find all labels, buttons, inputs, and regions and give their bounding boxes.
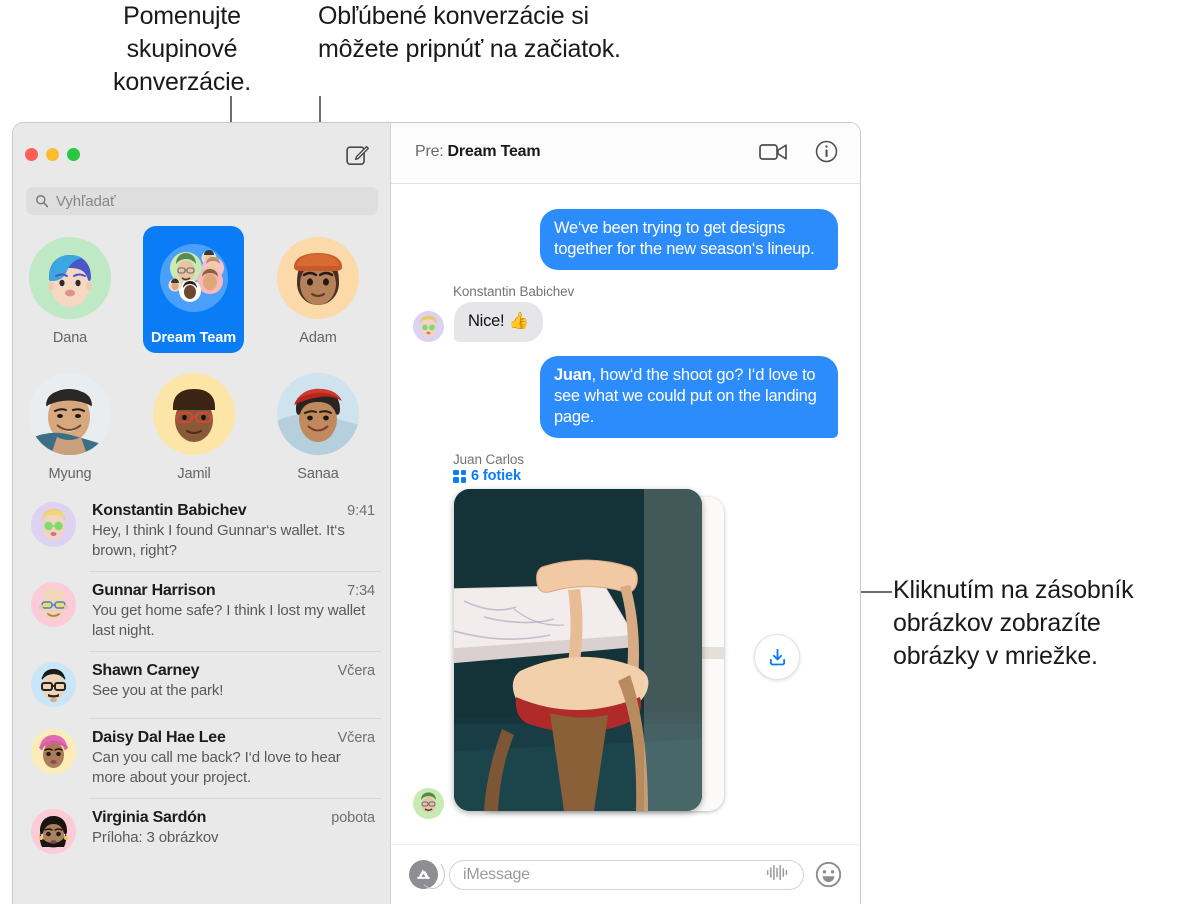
avatar [413,788,444,819]
audio-waveform-icon[interactable] [765,863,790,887]
pinned-label: Jamil [177,466,211,482]
mention-juan: Juan [554,366,592,384]
avatar-photo-myung [29,373,111,455]
search-icon [36,195,49,208]
download-icon[interactable] [754,634,800,680]
avatar-group-dream-team [153,237,235,319]
message-input[interactable]: iMessage [449,859,804,890]
conversation-name: Konstantin Babichev [92,502,247,519]
pinned-conversations: Dana Dream Team Adam Myung Jamil Sanaa [13,226,391,491]
recipient-label: Pre: [415,143,444,160]
recipient-value: Dream Team [447,143,541,160]
photo-count[interactable]: 6 fotiek [453,468,860,484]
message-bubble[interactable]: Nice! 👍 [454,302,543,342]
avatar-memoji-dana [29,237,111,319]
pinned-item-myung[interactable]: Myung [21,373,119,482]
conversation-preview: See you at the park! [92,682,224,699]
message-sender-name: Juan Carlos [453,452,524,467]
avatar [31,809,76,854]
pinned-label: Dana [52,330,88,346]
pinned-item-adam[interactable]: Adam [269,237,367,346]
conversation-header: Pre: Dream Team [391,123,860,184]
message-sender-name: Konstantin Babichev [453,284,575,299]
pinned-label: Adam [299,330,337,346]
list-item[interactable]: Daisy Dal Hae Lee Včera Can you call me … [13,718,391,798]
conversation-time: pobota [331,810,375,826]
traffic-lights [25,148,80,161]
conversation-preview: You get home safe? I think I lost my wal… [92,602,366,639]
window-title-bar [13,123,390,183]
pinned-item-sanaa[interactable]: Sanaa [269,373,367,482]
pinned-item-jamil[interactable]: Jamil [145,373,243,482]
callout-pin-favourites: Obľúbené konverzácie si môžete pripnúť n… [318,2,621,63]
video-camera-icon[interactable] [759,141,789,168]
avatar-memoji-adam [277,237,359,319]
conversation-time: Včera [337,663,375,679]
recipient-field[interactable]: Pre: Dream Team [415,143,541,161]
message-input-placeholder: iMessage [463,865,530,883]
message-thread: We‘ve been trying to get designs togethe… [391,183,860,844]
message-incoming: Konstantin Babichev Nice! 👍 [391,284,860,342]
photo-stack-front [454,489,702,811]
minimize-button[interactable] [46,148,59,161]
message-bubble[interactable]: Juan, how‘d the shoot go? I‘d love to se… [540,356,838,438]
sidebar: Vyhľadať Dana Dream Team Adam Myung Jami… [13,123,391,904]
avatar-photo-sanaa [277,373,359,455]
avatar [31,729,76,774]
avatar [413,311,444,342]
avatar-memoji-jamil [153,373,235,455]
conversation-name: Virginia Sardón [92,809,207,826]
conversation-preview: Príloha: 3 obrázkov [92,829,219,846]
message-photo-stack: Juan Carlos 6 fotiek [391,452,860,819]
conversation-preview: Hey, I think I found Gunnar‘s wallet. It… [92,522,345,559]
callout-photo-stack: Kliknutím na zásobník obrázkov zobrazíte… [893,576,1134,670]
list-item[interactable]: Shawn Carney Včera See you at the park! [13,651,391,718]
list-item[interactable]: Virginia Sardón pobota Príloha: 3 obrázk… [13,798,391,865]
emoji-smiley-icon[interactable] [815,861,842,888]
pinned-item-dream-team[interactable]: Dream Team [143,226,244,353]
photo-stack[interactable] [454,489,800,819]
search-field[interactable]: Vyhľadať [26,187,378,215]
close-button[interactable] [25,148,38,161]
callout-name-group-conversations: Pomenujte skupinové konverzácie. [113,2,251,96]
pinned-item-dana[interactable]: Dana [21,237,119,346]
conversation-time: 7:34 [347,583,375,599]
avatar [31,662,76,707]
photo-count-label: 6 fotiek [471,468,521,484]
info-circle-icon[interactable] [815,140,838,168]
pinned-label: Dream Team [151,330,236,346]
avatar [31,582,76,627]
avatar [31,502,76,547]
message-bubble[interactable]: We‘ve been trying to get designs togethe… [540,209,838,270]
messages-window: Vyhľadať Dana Dream Team Adam Myung Jami… [12,122,861,904]
conversation-list: Konstantin Babichev 9:41 Hey, I think I … [13,491,391,904]
conversation-pane: Pre: Dream Team We‘ve been trying to get… [391,123,860,904]
pinned-label: Sanaa [297,466,339,482]
conversation-name: Daisy Dal Hae Lee [92,729,226,746]
message-outgoing: Juan, how‘d the shoot go? I‘d love to se… [391,356,860,438]
conversation-preview: Can you call me back? I‘d love to hear m… [92,749,341,786]
conversation-time: Včera [337,730,375,746]
compose-icon[interactable] [345,143,370,168]
composer: iMessage [391,844,860,904]
header-actions [759,140,838,168]
zoom-button[interactable] [67,148,80,161]
list-item[interactable]: Konstantin Babichev 9:41 Hey, I think I … [13,491,391,571]
message-outgoing: We‘ve been trying to get designs togethe… [391,209,860,270]
conversation-name: Gunnar Harrison [92,582,216,599]
app-store-icon[interactable] [409,860,445,889]
search-placeholder: Vyhľadať [56,192,116,210]
screenshot-root: Pomenujte skupinové konverzácie. Obľúben… [0,0,1189,904]
conversation-time: 9:41 [347,503,375,519]
conversation-name: Shawn Carney [92,662,200,679]
message-text: , how‘d the shoot go? I‘d love to see wh… [554,366,817,426]
list-item[interactable]: Gunnar Harrison 7:34 You get home safe? … [13,571,391,651]
pinned-label: Myung [48,466,92,482]
grid-icon [453,469,466,483]
